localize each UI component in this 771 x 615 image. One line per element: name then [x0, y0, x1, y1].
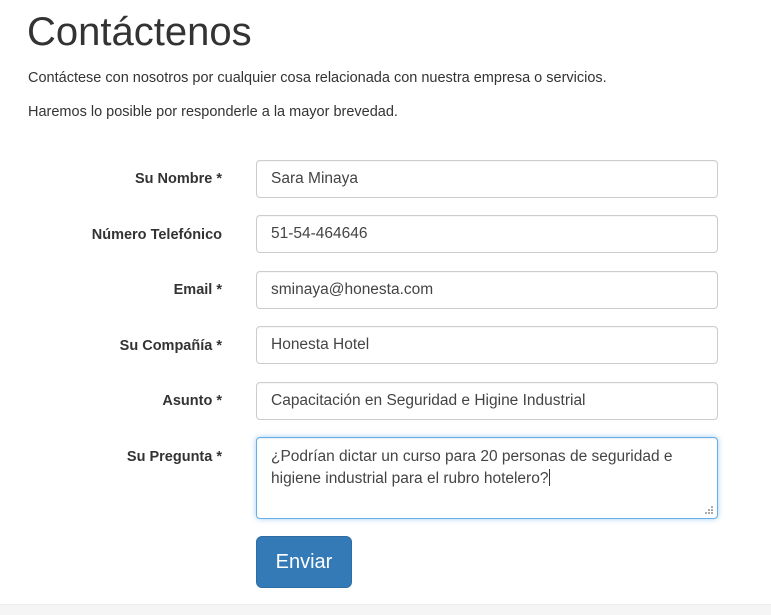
page-title: Contáctenos [27, 10, 252, 54]
intro-text-secondary: Haremos lo posible por responderle a la … [28, 104, 398, 120]
footer-strip [0, 604, 771, 615]
name-field[interactable]: Sara Minaya [256, 160, 718, 198]
question-text: ¿Podrían dictar un curso para 20 persona… [271, 448, 673, 487]
resize-grip-icon[interactable] [704, 505, 714, 515]
email-field[interactable]: sminaya@honesta.com [256, 271, 718, 309]
phone-label: Número Telefónico [91, 227, 222, 243]
email-label: Email * [173, 282, 222, 298]
subject-field[interactable]: Capacitación en Seguridad e Higine Indus… [256, 382, 718, 420]
intro-text: Contáctese con nosotros por cualquier co… [28, 70, 607, 86]
question-label: Su Pregunta * [126, 449, 222, 465]
company-label: Su Compañía * [119, 338, 222, 354]
submit-button[interactable]: Enviar [256, 536, 352, 588]
company-field[interactable]: Honesta Hotel [256, 326, 718, 364]
subject-label: Asunto * [162, 393, 222, 409]
contact-page: Contáctenos Contáctese con nosotros por … [0, 0, 771, 615]
text-cursor [549, 469, 551, 486]
phone-field[interactable]: 51-54-464646 [256, 215, 718, 253]
name-label: Su Nombre * [134, 171, 222, 187]
question-textarea[interactable]: ¿Podrían dictar un curso para 20 persona… [256, 437, 718, 519]
